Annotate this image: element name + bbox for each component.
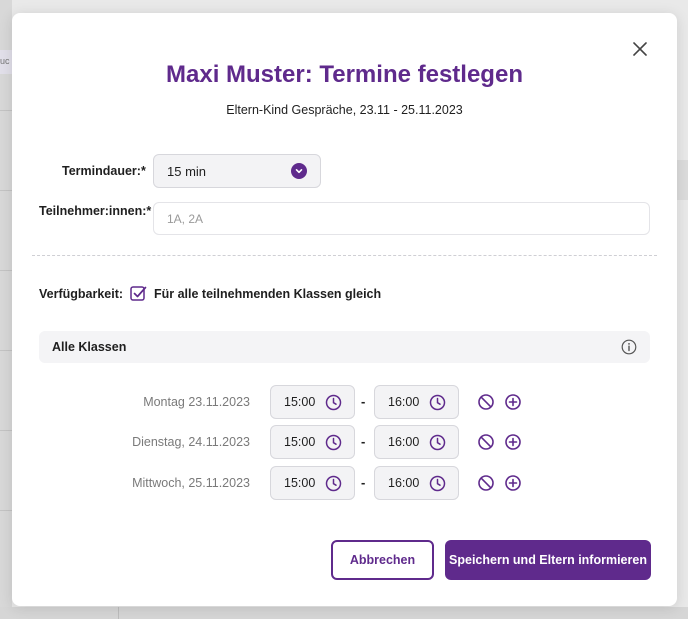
same-for-all-checkbox[interactable] (130, 285, 147, 302)
time-row: Montag 23.11.2023 15:00 - 16:00 (12, 385, 677, 419)
time-from-input[interactable]: 15:00 (270, 425, 355, 459)
same-for-all-label: Für alle teilnehmenden Klassen gleich (154, 287, 382, 301)
duration-select[interactable]: 15 min (153, 154, 321, 188)
time-to-input[interactable]: 16:00 (374, 385, 459, 419)
background-divider (0, 270, 12, 271)
modal-title: Maxi Muster: Termine festlegen (166, 61, 523, 88)
time-to-value: 16:00 (388, 476, 420, 490)
add-icon[interactable] (504, 393, 522, 411)
clock-icon (429, 394, 446, 411)
time-separator: - (361, 394, 366, 409)
add-icon[interactable] (504, 474, 522, 492)
block-icon[interactable] (477, 393, 495, 411)
checkbox-checked-icon (130, 286, 147, 301)
time-to-input[interactable]: 16:00 (374, 466, 459, 500)
time-from-value: 15:00 (284, 476, 316, 490)
time-to-value: 16:00 (388, 435, 420, 449)
time-row: Dienstag, 24.11.2023 15:00 - 16:00 (12, 425, 677, 459)
participants-placeholder: 1A, 2A (167, 211, 204, 226)
time-separator: - (361, 475, 366, 490)
availability-label: Verfügbarkeit: (39, 287, 124, 301)
appointment-modal: Maxi Muster: Termine festlegen Eltern-Ki… (12, 13, 677, 606)
time-separator: - (361, 434, 366, 449)
time-row: Mittwoch, 25.11.2023 15:00 - 16:00 (12, 466, 677, 500)
row-date: Dienstag, 24.11.2023 (132, 435, 250, 449)
duration-value: 15 min (167, 163, 207, 179)
class-section-title: Alle Klassen (52, 340, 127, 354)
block-icon[interactable] (477, 433, 495, 451)
add-icon[interactable] (504, 433, 522, 451)
info-icon[interactable] (621, 339, 637, 355)
background-divider (0, 350, 12, 351)
background-divider (0, 430, 12, 431)
close-icon (633, 42, 647, 56)
background-divider (0, 110, 12, 111)
background-divider (0, 510, 12, 511)
clock-icon (325, 394, 342, 411)
close-button[interactable] (630, 39, 650, 59)
background-divider (0, 190, 12, 191)
row-date: Montag 23.11.2023 (143, 395, 250, 409)
clock-icon (429, 475, 446, 492)
time-from-value: 15:00 (284, 395, 316, 409)
time-to-value: 16:00 (388, 395, 420, 409)
section-divider (32, 255, 657, 256)
background-sidebar (0, 0, 12, 619)
time-from-input[interactable]: 15:00 (270, 466, 355, 500)
block-icon[interactable] (477, 474, 495, 492)
clock-icon (429, 434, 446, 451)
save-and-notify-button[interactable]: Speichern und Eltern informieren (445, 540, 651, 580)
time-to-input[interactable]: 16:00 (374, 425, 459, 459)
clock-icon (325, 434, 342, 451)
participants-label: Teilnehmer:innen:* (39, 204, 152, 218)
chevron-down-icon (291, 163, 307, 179)
background-bottom (0, 607, 688, 619)
class-section-header[interactable]: Alle Klassen (39, 331, 650, 363)
row-date: Mittwoch, 25.11.2023 (132, 476, 250, 490)
background-panel-right (676, 160, 688, 200)
time-from-input[interactable]: 15:00 (270, 385, 355, 419)
cancel-button[interactable]: Abbrechen (331, 540, 434, 580)
clock-icon (325, 475, 342, 492)
participants-input[interactable]: 1A, 2A (153, 202, 650, 235)
duration-label: Termindauer:* (62, 164, 146, 178)
modal-subtitle: Eltern-Kind Gespräche, 23.11 - 25.11.202… (226, 103, 463, 117)
time-from-value: 15:00 (284, 435, 316, 449)
